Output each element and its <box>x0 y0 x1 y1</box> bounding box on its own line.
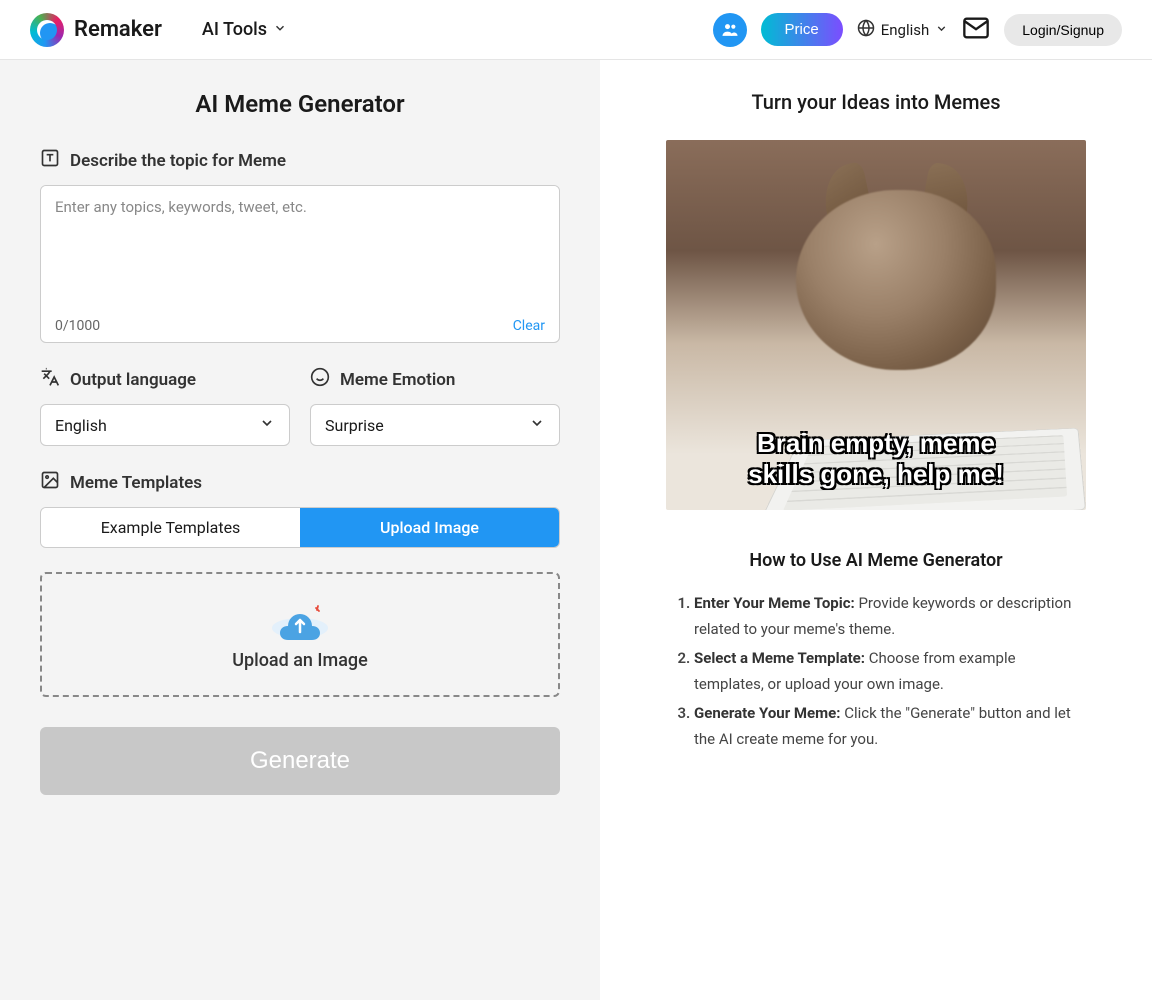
page-title: AI Meme Generator <box>40 90 560 118</box>
emotion-label: Meme Emotion <box>310 367 560 392</box>
globe-icon <box>857 19 875 41</box>
language-selector[interactable]: English <box>857 19 949 41</box>
meme-caption: Brain empty, memeskills gone, help me! <box>666 428 1086 490</box>
meme-preview-image: Brain empty, memeskills gone, help me! <box>666 140 1086 510</box>
textarea-footer: 0/1000 Clear <box>41 310 559 342</box>
tab-upload-image[interactable]: Upload Image <box>300 508 559 547</box>
clear-button[interactable]: Clear <box>513 318 545 334</box>
text-box-icon <box>40 148 60 173</box>
image-icon <box>40 470 60 495</box>
ai-tools-label: AI Tools <box>202 19 267 40</box>
howto-step: Select a Meme Template: Choose from exam… <box>694 646 1084 697</box>
templates-label: Meme Templates <box>40 470 560 495</box>
right-panel: Turn your Ideas into Memes Brain empty, … <box>600 60 1152 1000</box>
chevron-down-icon <box>273 19 287 40</box>
describe-label: Describe the topic for Meme <box>40 148 560 173</box>
describe-textarea-wrap: 0/1000 Clear <box>40 185 560 343</box>
login-signup-button[interactable]: Login/Signup <box>1004 14 1122 46</box>
brand-name: Remaker <box>74 17 162 42</box>
cloud-upload-icon <box>66 598 534 642</box>
output-language-label: Output language <box>40 367 290 392</box>
price-button[interactable]: Price <box>761 13 843 46</box>
chevron-down-icon <box>935 21 948 39</box>
template-tabs: Example Templates Upload Image <box>40 507 560 548</box>
left-panel: AI Meme Generator Describe the topic for… <box>0 60 600 1000</box>
howto-title: How to Use AI Meme Generator <box>648 550 1104 571</box>
chevron-down-icon <box>259 415 275 435</box>
emotion-select[interactable]: Surprise <box>310 404 560 446</box>
header-left: Remaker AI Tools <box>30 13 287 47</box>
upload-zone[interactable]: Upload an Image <box>40 572 560 697</box>
mail-icon[interactable] <box>962 14 990 46</box>
howto-step: Generate Your Meme: Click the "Generate"… <box>694 701 1084 752</box>
ai-tools-dropdown[interactable]: AI Tools <box>202 19 287 40</box>
upload-label: Upload an Image <box>66 650 534 671</box>
header: Remaker AI Tools Price English Login/Sig… <box>0 0 1152 60</box>
chevron-down-icon <box>529 415 545 435</box>
logo-icon <box>30 13 64 47</box>
logo[interactable]: Remaker <box>30 13 162 47</box>
howto-list: Enter Your Meme Topic: Provide keywords … <box>648 591 1104 752</box>
smile-icon <box>310 367 330 392</box>
output-language-value: English <box>55 416 107 435</box>
header-right: Price English Login/Signup <box>713 13 1122 47</box>
generate-button[interactable]: Generate <box>40 727 560 795</box>
describe-input[interactable] <box>41 186 559 306</box>
translate-icon <box>40 367 60 392</box>
howto-step: Enter Your Meme Topic: Provide keywords … <box>694 591 1084 642</box>
community-icon[interactable] <box>713 13 747 47</box>
output-language-select[interactable]: English <box>40 404 290 446</box>
tab-example-templates[interactable]: Example Templates <box>41 508 300 547</box>
main-content: AI Meme Generator Describe the topic for… <box>0 60 1152 1000</box>
emotion-value: Surprise <box>325 416 384 435</box>
char-counter: 0/1000 <box>55 318 100 334</box>
language-label: English <box>881 21 930 39</box>
hero-title: Turn your Ideas into Memes <box>648 90 1104 114</box>
